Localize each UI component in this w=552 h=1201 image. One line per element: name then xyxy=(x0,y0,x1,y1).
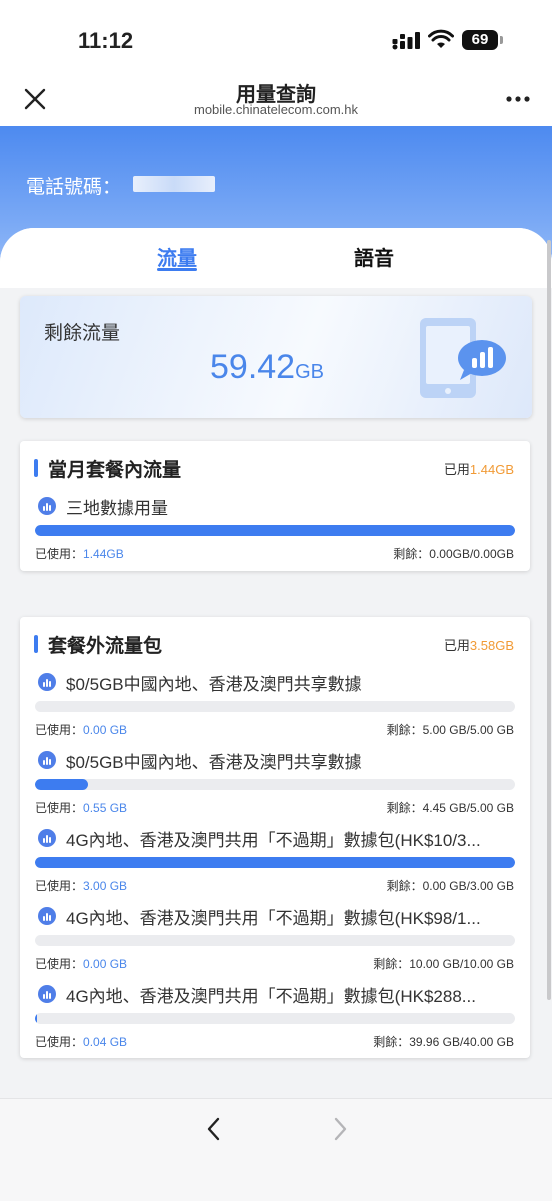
item-name: 4G內地、香港及澳門共用「不過期」數據包(HK$288... xyxy=(66,987,476,1006)
signal-bars-icon xyxy=(38,497,56,515)
remaining-data-card: 剩餘流量 59.42GB xyxy=(20,296,532,418)
title-accent-bar xyxy=(34,635,38,653)
remaining-amount: 剩餘：39.96 GB/40.00 GB xyxy=(373,1035,514,1049)
usage-progress-bar xyxy=(35,1013,515,1024)
tab-data[interactable]: 流量 xyxy=(157,242,197,271)
phone-number-label: 電話號碼： xyxy=(26,177,122,198)
tab-voice[interactable]: 語音 xyxy=(354,242,394,271)
usage-progress-bar xyxy=(35,857,515,868)
plan-card-title: 當月套餐內流量 xyxy=(48,460,182,481)
title-accent-bar xyxy=(34,459,38,477)
signal-bars-icon xyxy=(38,673,56,691)
item-name: 4G內地、香港及澳門共用「不過期」數據包(HK$10/3... xyxy=(66,831,481,850)
battery-icon: 69 xyxy=(462,30,503,50)
signal-bars-icon xyxy=(38,751,56,769)
used-amount: 已使用：0.00 GB xyxy=(35,957,128,971)
scrollbar[interactable] xyxy=(547,240,551,1000)
used-amount: 已使用：3.00 GB xyxy=(35,879,128,893)
item-name: $0/5GB中國內地、香港及澳門共享數據 xyxy=(66,753,362,772)
usage-progress-bar xyxy=(35,935,515,946)
remaining-amount: 剩餘：10.00 GB/10.00 GB xyxy=(373,957,514,971)
list-item: 4G內地、香港及澳門共用「不過期」數據包(HK$10/3... 已使用：3.00… xyxy=(20,829,530,907)
usage-progress-bar xyxy=(35,701,515,712)
list-item: $0/5GB中國內地、香港及澳門共享數據 已使用：0.00 GB 剩餘：5.00… xyxy=(20,673,530,751)
remaining-label: 剩餘流量 xyxy=(44,323,121,344)
cellular-signal-icon xyxy=(392,32,420,50)
remaining-amount: 剩餘：4.45 GB/5.00 GB xyxy=(386,801,514,815)
browser-toolbar xyxy=(0,1098,552,1201)
remaining-amount: 剩餘：0.00 GB/3.00 GB xyxy=(386,879,514,893)
signal-bars-icon xyxy=(38,829,56,847)
remaining-amount: 剩餘：5.00 GB/5.00 GB xyxy=(386,723,514,737)
page-url: mobile.chinatelecom.com.hk xyxy=(193,102,359,117)
used-amount: 已使用：0.55 GB xyxy=(35,801,128,815)
remaining-value: 59.42GB xyxy=(210,348,324,386)
list-item: $0/5GB中國內地、香港及澳門共享數據 已使用：0.55 GB 剩餘：4.45… xyxy=(20,751,530,829)
nav-bar: 用量查詢 mobile.chinatelecom.com.hk xyxy=(0,70,552,126)
remaining-amount: 剩餘：0.00GB/0.00GB xyxy=(393,547,514,561)
more-icon[interactable] xyxy=(506,96,530,102)
usage-progress-bar xyxy=(35,525,515,536)
list-item: 4G內地、香港及澳門共用「不過期」數據包(HK$98/1... 已使用：0.00… xyxy=(20,907,530,985)
item-name: 4G內地、香港及澳門共用「不過期」數據包(HK$98/1... xyxy=(66,909,481,928)
phone-number-masked xyxy=(133,176,215,192)
used-amount: 已使用：1.44GB xyxy=(35,547,124,561)
phone-chart-icon xyxy=(420,318,506,398)
usage-progress-bar xyxy=(35,779,515,790)
used-amount: 已使用：0.04 GB xyxy=(35,1035,128,1049)
item-name: 三地數據用量 xyxy=(66,499,168,518)
addon-card-header: 套餐外流量包 已用3.58GB xyxy=(20,617,530,661)
plan-data-card: 當月套餐內流量 已用1.44GB 三地數據用量 已使用：1.44GB 剩餘：0.… xyxy=(20,441,530,571)
status-time: 11:12 xyxy=(78,28,134,53)
tab-active-indicator xyxy=(157,268,197,271)
addon-used-total: 已用3.58GB xyxy=(443,638,514,653)
list-item: 三地數據用量 已使用：1.44GB 剩餘：0.00GB/0.00GB xyxy=(20,497,530,575)
plan-used-total: 已用1.44GB xyxy=(443,462,514,477)
plan-card-header: 當月套餐內流量 已用1.44GB xyxy=(20,441,530,485)
signal-bars-icon xyxy=(38,907,56,925)
list-item: 4G內地、香港及澳門共用「不過期」數據包(HK$288... 已使用：0.04 … xyxy=(20,985,530,1063)
status-bar: 11:12 69 xyxy=(0,0,552,80)
chevron-right-icon[interactable] xyxy=(330,1116,350,1142)
item-name: $0/5GB中國內地、香港及澳門共享數據 xyxy=(66,675,362,694)
used-amount: 已使用：0.00 GB xyxy=(35,723,128,737)
tab-bar xyxy=(0,228,552,288)
signal-bars-icon xyxy=(38,985,56,1003)
chevron-left-icon[interactable] xyxy=(204,1116,224,1142)
addon-data-card: 套餐外流量包 已用3.58GB $0/5GB中國內地、香港及澳門共享數據 已使用… xyxy=(20,617,530,1058)
wifi-icon xyxy=(428,29,454,48)
addon-card-title: 套餐外流量包 xyxy=(48,636,163,657)
